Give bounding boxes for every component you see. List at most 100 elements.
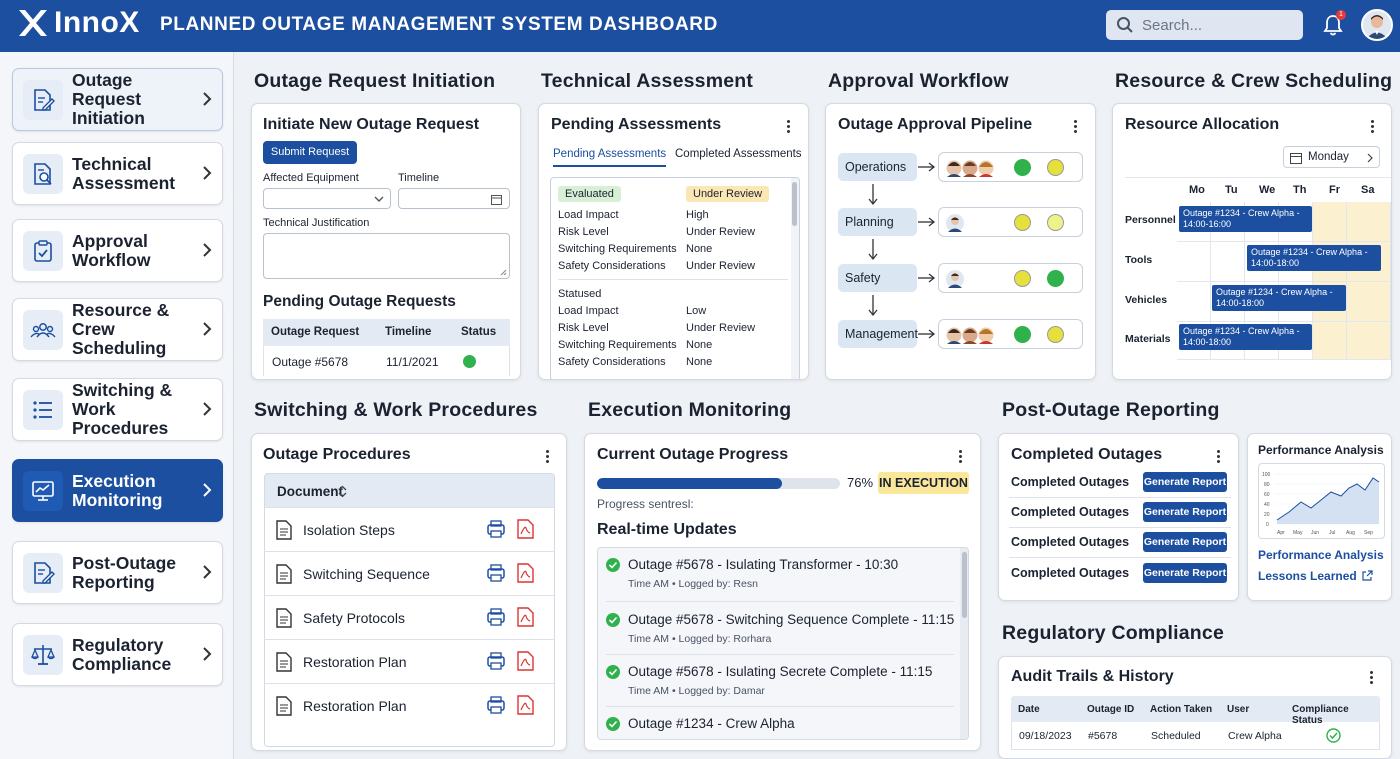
pending-table-header: Outage Request Timeline Status xyxy=(263,319,510,346)
justification-textarea[interactable] xyxy=(263,233,510,279)
submit-request-button[interactable]: Submit Request xyxy=(263,141,357,164)
tab-pending-assessments[interactable]: Pending Assessments xyxy=(553,148,667,167)
app-logo[interactable]: InnoX xyxy=(16,6,140,40)
approver-group[interactable] xyxy=(938,207,1083,237)
user-avatar[interactable] xyxy=(1361,9,1393,41)
progress-bar-fill xyxy=(597,478,782,489)
kebab-menu-icon[interactable] xyxy=(1370,669,1374,686)
document-column-header[interactable]: Document xyxy=(265,474,554,508)
event-time: 14:00-18:00 xyxy=(1183,337,1232,347)
kebab-menu-icon[interactable] xyxy=(1371,118,1375,135)
approver-group[interactable] xyxy=(938,319,1083,349)
schedule-event[interactable]: Outage #1234 - Crew Alpha -14:00-16:00 xyxy=(1179,206,1312,232)
kebab-menu-icon[interactable] xyxy=(787,118,791,135)
status-dot xyxy=(1014,159,1031,176)
generate-report-button[interactable]: Generate Report xyxy=(1143,563,1227,583)
print-icon[interactable] xyxy=(486,651,506,671)
event-time: 14:00-18:00 xyxy=(1251,258,1300,268)
timeline-date-field[interactable] xyxy=(398,188,510,209)
generate-report-button[interactable]: Generate Report xyxy=(1143,532,1227,552)
sort-icon[interactable] xyxy=(338,485,347,498)
table-row[interactable]: 09/18/2023 #5678 Scheduled Crew Alpha xyxy=(1011,722,1380,750)
card-title: Performance Analysis xyxy=(1258,443,1384,457)
card-title: Audit Trails & History xyxy=(1011,668,1174,685)
performance-line-chart: 100 80 60 40 20 0 Apr May Jun Jul Aug Se… xyxy=(1262,472,1381,536)
sidebar-item-execution-monitoring[interactable]: Execution Monitoring xyxy=(12,459,223,522)
document-row[interactable]: Safety Protocols xyxy=(264,595,554,639)
day-select[interactable]: Monday xyxy=(1283,146,1380,168)
stage-operations[interactable]: Operations xyxy=(838,153,917,181)
day-label: Fr xyxy=(1329,184,1340,196)
sidebar-item-label: Switching & Work Procedures xyxy=(72,380,173,438)
kebab-menu-icon[interactable] xyxy=(546,448,550,465)
audit-date: 09/18/2023 xyxy=(1019,730,1072,742)
kebab-menu-icon[interactable] xyxy=(1074,118,1078,135)
update-meta: Time AM • Logged by: Damar xyxy=(628,685,765,697)
equipment-select[interactable] xyxy=(263,188,391,209)
pdf-icon[interactable] xyxy=(517,607,534,627)
print-icon[interactable] xyxy=(486,695,506,715)
sidebar-item-technical-assessment[interactable]: Technical Assessment xyxy=(12,142,223,205)
avatar-group xyxy=(945,325,999,350)
document-row[interactable]: Switching Sequence xyxy=(264,551,554,595)
day-select-value: Monday xyxy=(1308,151,1349,163)
assessment-value: None xyxy=(686,339,713,351)
document-row[interactable]: Restoration Plan xyxy=(264,639,554,683)
request-timeline: 11/1/2021 xyxy=(386,355,439,369)
search-box[interactable] xyxy=(1106,10,1303,40)
x-tick-label: Apr xyxy=(1277,530,1285,536)
document-row[interactable]: Restoration Plan xyxy=(264,683,554,727)
print-icon[interactable] xyxy=(486,607,506,627)
approver-group[interactable] xyxy=(938,263,1083,293)
column-header: Outage ID xyxy=(1087,704,1135,715)
execution-progress-card: Current Outage Progress 76% IN EXECUTION… xyxy=(584,433,981,751)
sidebar-item-resource-crew[interactable]: Resource & Crew Scheduling xyxy=(12,298,223,361)
pdf-icon[interactable] xyxy=(517,651,534,671)
search-input[interactable] xyxy=(1142,16,1282,34)
card-title: Resource Allocation xyxy=(1125,116,1280,133)
arrow-down-icon xyxy=(868,184,878,206)
pdf-icon[interactable] xyxy=(517,519,534,539)
sidebar-item-outage-request[interactable]: Outage Request Initiation xyxy=(12,68,223,131)
approver-group[interactable] xyxy=(938,152,1083,182)
lessons-learned-link[interactable]: Lessons Learned xyxy=(1258,569,1373,583)
table-row[interactable]: Outage #5678 11/1/2021 xyxy=(263,346,510,376)
print-icon[interactable] xyxy=(486,519,506,539)
schedule-event[interactable]: Outage #1234 - Crew Alpha -14:00-18:00 xyxy=(1179,324,1312,350)
kebab-menu-icon[interactable] xyxy=(959,448,963,465)
stage-planning[interactable]: Planning xyxy=(838,208,917,236)
scrollbar-thumb[interactable] xyxy=(792,182,797,226)
sidebar-item-approval-workflow[interactable]: Approval Workflow xyxy=(12,219,223,282)
scrollbar[interactable] xyxy=(960,548,968,739)
schedule-event[interactable]: Outage #1234 - Crew Alpha -14:00-18:00 xyxy=(1212,285,1346,311)
assessment-key: Load Impact xyxy=(558,209,619,221)
document-name: Isolation Steps xyxy=(303,522,395,538)
generate-report-button[interactable]: Generate Report xyxy=(1143,502,1227,522)
column-header: User xyxy=(1227,704,1250,715)
resource-row-label: Personnel xyxy=(1125,214,1176,226)
sidebar-item-post-outage[interactable]: Post-Outage Reporting xyxy=(12,541,223,604)
generate-report-button[interactable]: Generate Report xyxy=(1143,472,1227,492)
divider xyxy=(606,706,954,707)
scrollbar-thumb[interactable] xyxy=(962,552,967,618)
performance-analysis-link[interactable]: Performance Analysis xyxy=(1258,548,1384,562)
document-icon xyxy=(276,652,292,672)
day-label: We xyxy=(1259,184,1276,196)
stage-management[interactable]: Management xyxy=(838,320,918,348)
kebab-menu-icon[interactable] xyxy=(1217,448,1221,465)
pdf-icon[interactable] xyxy=(517,695,534,715)
print-icon[interactable] xyxy=(486,563,506,583)
stage-safety[interactable]: Safety xyxy=(838,264,917,292)
document-row[interactable]: Isolation Steps xyxy=(264,507,554,551)
avatar-group xyxy=(945,158,999,183)
tab-completed-assessments[interactable]: Completed Assessments xyxy=(675,148,802,160)
pdf-icon[interactable] xyxy=(517,563,534,583)
scrollbar[interactable] xyxy=(791,178,799,379)
y-tick-label: 0 xyxy=(1266,522,1269,528)
document-icon xyxy=(276,564,292,584)
status-dot xyxy=(1047,159,1064,176)
check-circle-icon xyxy=(1326,728,1341,743)
sidebar-item-switching-procedures[interactable]: Switching & Work Procedures xyxy=(12,378,223,441)
sidebar-item-regulatory-compliance[interactable]: Regulatory Compliance xyxy=(12,623,223,686)
schedule-event[interactable]: Outage #1234 - Crew Alpha -14:00-18:00 xyxy=(1247,245,1381,271)
